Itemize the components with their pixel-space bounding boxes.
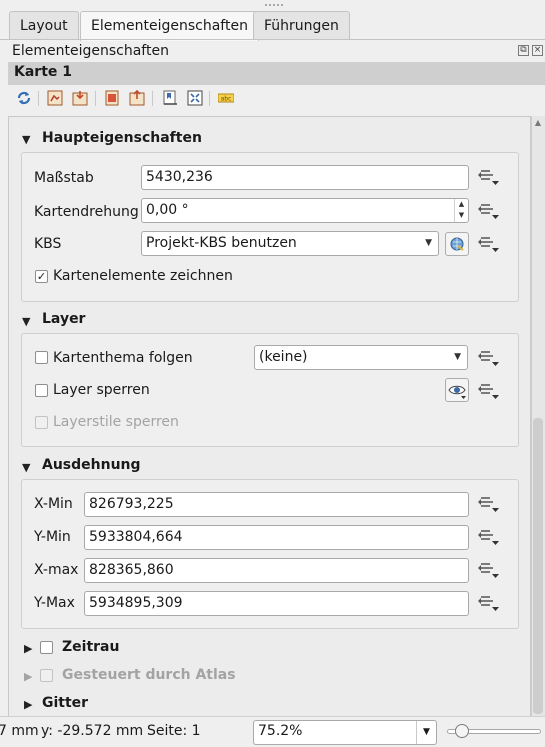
- theme-combo[interactable]: (keine) ▼: [254, 345, 468, 370]
- float-icon[interactable]: ⧉: [518, 45, 529, 56]
- tab-guides[interactable]: Führungen: [253, 11, 350, 40]
- scale-label: Maßstab: [34, 170, 94, 186]
- zoom-slider-handle[interactable]: [455, 724, 469, 738]
- section-main-title[interactable]: Haupteigenschaften: [42, 130, 202, 146]
- data-defined-override-icon[interactable]: [478, 561, 500, 579]
- ymax-input[interactable]: 5934895,309: [84, 591, 469, 616]
- visibility-presets-button[interactable]: [445, 378, 469, 402]
- collapse-icon[interactable]: ▼: [22, 133, 30, 146]
- lock-layers-label: Layer sperren: [53, 382, 150, 398]
- rotation-label: Kartendrehung: [34, 204, 139, 220]
- close-icon[interactable]: ×: [532, 45, 543, 56]
- follow-theme-checkbox[interactable]: [35, 351, 48, 364]
- expand-icon[interactable]: ▶: [24, 642, 32, 655]
- data-defined-override-icon[interactable]: [478, 202, 500, 220]
- chevron-down-icon: ▼: [454, 352, 461, 362]
- data-defined-override-icon[interactable]: [478, 168, 500, 186]
- data-defined-override-icon[interactable]: [478, 349, 500, 367]
- scroll-up-icon[interactable]: ▲: [533, 118, 543, 128]
- scale-input[interactable]: 5430,236: [141, 165, 469, 190]
- atlas-extent-to-canvas-icon[interactable]: [129, 89, 145, 106]
- crs-combo[interactable]: Projekt-KBS benutzen ▼: [141, 231, 439, 256]
- temporal-checkbox[interactable]: [40, 641, 53, 654]
- chevron-down-icon: ▼: [425, 238, 432, 248]
- xmax-label: X-max: [34, 562, 79, 578]
- data-defined-override-icon[interactable]: [478, 382, 500, 400]
- crs-value: Projekt-KBS benutzen: [146, 235, 297, 251]
- section-layer-title[interactable]: Layer: [42, 311, 85, 327]
- y-coordinate: y: -29.572 mm: [41, 723, 144, 739]
- collapse-icon[interactable]: ▼: [22, 315, 30, 328]
- ymax-label: Y-Max: [34, 595, 75, 611]
- label-settings-icon[interactable]: abc: [217, 90, 235, 106]
- drag-grip[interactable]: [264, 3, 284, 7]
- dock-title: Elementeigenschaften: [12, 43, 169, 59]
- bookmark-icon[interactable]: [162, 90, 178, 106]
- atlas-extent-icon[interactable]: [104, 90, 120, 106]
- tab-divider: [0, 39, 545, 40]
- ymin-label: Y-Min: [34, 529, 71, 545]
- tab-layout[interactable]: Layout: [9, 11, 79, 40]
- lock-styles-label: Layerstile sperren: [53, 414, 179, 430]
- expand-icon[interactable]: ▶: [24, 698, 32, 711]
- zoom-value: 75.2%: [258, 723, 303, 739]
- follow-theme-label: Kartenthema folgen: [53, 350, 193, 366]
- ymin-input[interactable]: 5933804,664: [84, 525, 469, 550]
- refresh-icon[interactable]: [16, 90, 32, 106]
- spin-buttons[interactable]: ▲ ▼: [454, 199, 468, 222]
- data-defined-override-icon[interactable]: [478, 235, 500, 253]
- toolbar-separator: [152, 91, 153, 106]
- chevron-down-icon[interactable]: ▼: [416, 721, 436, 744]
- data-defined-override-icon[interactable]: [478, 528, 500, 546]
- expand-icon: ▶: [24, 670, 33, 683]
- rotation-value: 0,00 °: [146, 202, 189, 218]
- theme-value: (keine): [259, 349, 308, 365]
- item-header: [8, 62, 545, 85]
- data-defined-override-icon[interactable]: [478, 594, 500, 612]
- tab-item-properties[interactable]: Elementeigenschaften: [80, 11, 259, 41]
- section-grid-title[interactable]: Gitter: [42, 695, 88, 711]
- canvas-extent-from-map-icon[interactable]: [72, 90, 88, 106]
- crs-select-button[interactable]: [445, 232, 469, 256]
- collapse-icon[interactable]: ▼: [22, 461, 30, 474]
- atlas-checkbox: [40, 669, 53, 682]
- xmin-label: X-Min: [34, 496, 73, 512]
- x-coordinate: 7 mm: [0, 723, 39, 739]
- draw-items-checkbox[interactable]: ✓: [35, 270, 48, 283]
- lock-styles-checkbox: [35, 416, 48, 429]
- map-extent-from-canvas-icon[interactable]: [47, 90, 63, 106]
- svg-text:abc: abc: [221, 96, 232, 103]
- map-toolbar: abc: [10, 89, 240, 110]
- page-indicator: Seite: 1: [147, 723, 201, 739]
- toolbar-separator: [209, 91, 210, 106]
- draw-items-label: Kartenelemente zeichnen: [53, 268, 233, 284]
- rotation-spinbox[interactable]: 0,00 ° ▲ ▼: [141, 198, 469, 223]
- zoom-combo[interactable]: 75.2% ▼: [253, 720, 437, 745]
- data-defined-override-icon[interactable]: [478, 495, 500, 513]
- xmin-input[interactable]: 826793,225: [84, 492, 469, 517]
- scroll-thumb[interactable]: [533, 418, 543, 714]
- preview-icon[interactable]: [187, 90, 203, 106]
- toolbar-separator: [38, 91, 39, 106]
- xmax-input[interactable]: 828365,860: [84, 558, 469, 583]
- lock-layers-checkbox[interactable]: [35, 384, 48, 397]
- toolbar-separator: [95, 91, 96, 106]
- section-atlas-title: Gesteuert durch Atlas: [62, 667, 236, 683]
- section-temporal-title[interactable]: Zeitrau: [62, 639, 119, 655]
- item-name: Karte 1: [14, 64, 73, 80]
- section-extent-title[interactable]: Ausdehnung: [42, 457, 141, 473]
- crs-label: KBS: [34, 236, 62, 252]
